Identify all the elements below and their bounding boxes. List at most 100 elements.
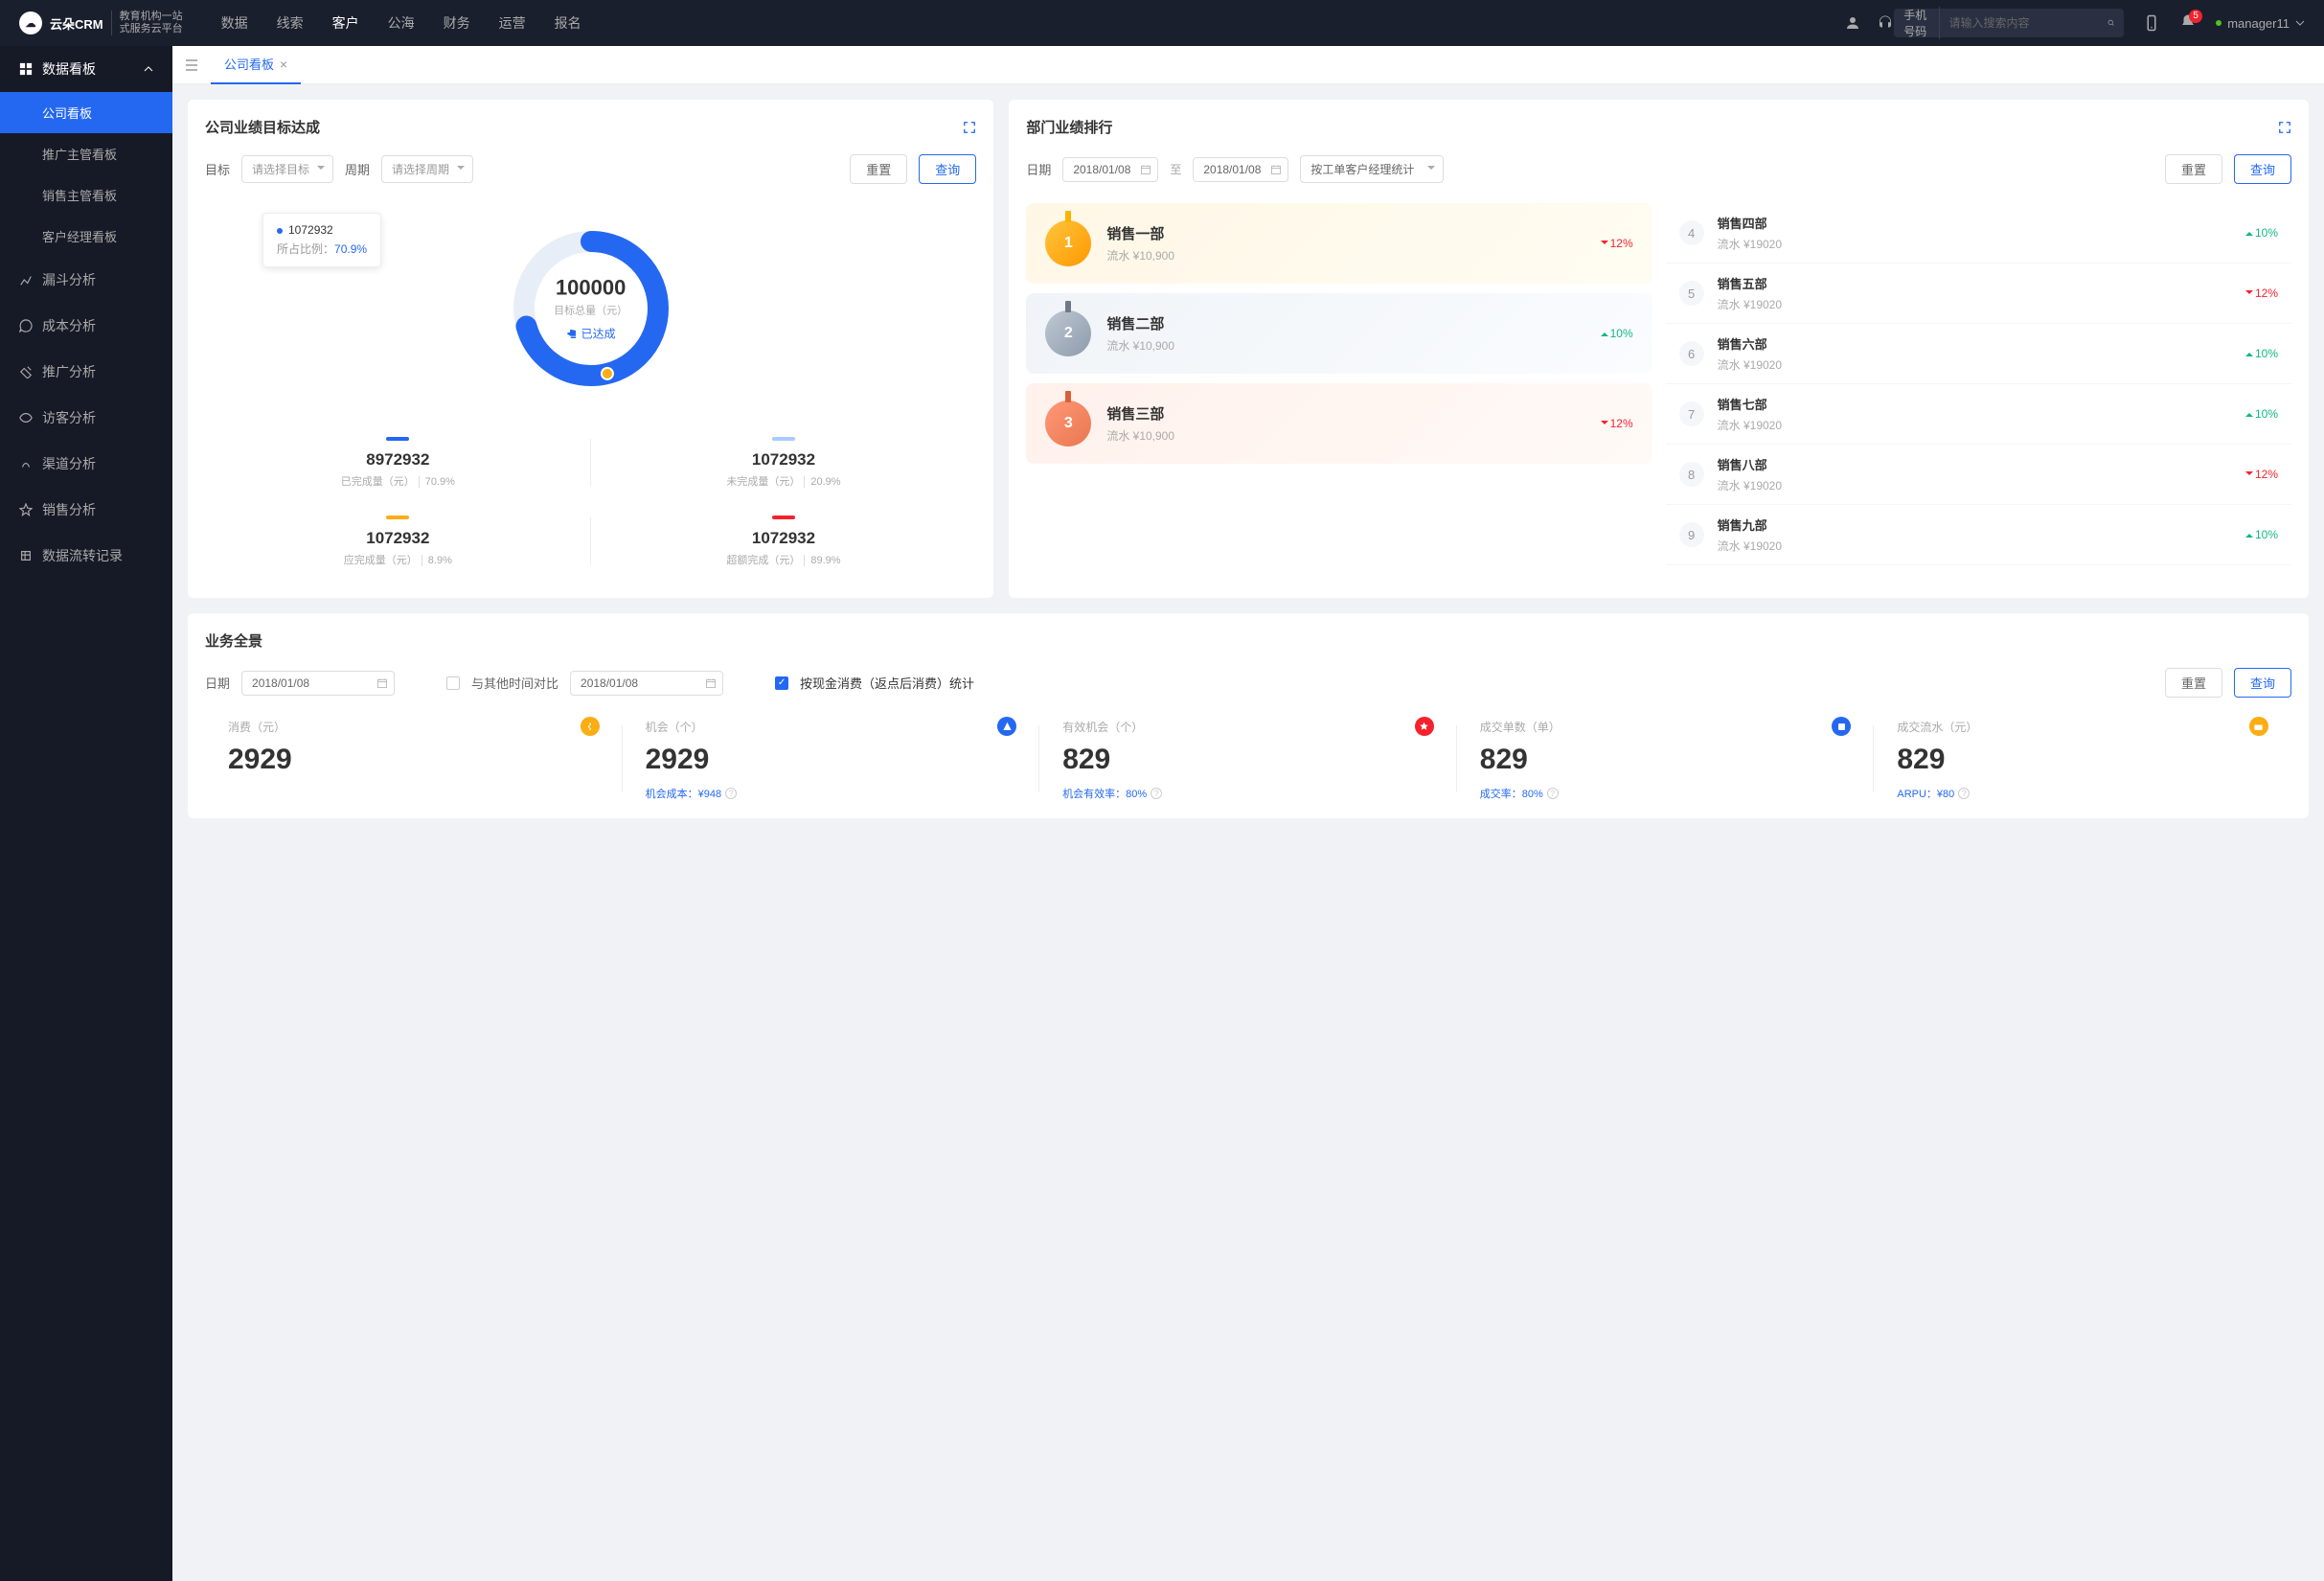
sidebar-item-3[interactable]: 访客分析 bbox=[0, 395, 172, 441]
date-to-input[interactable]: 2018/01/08 bbox=[1193, 157, 1288, 182]
nav-item-5[interactable]: 运营 bbox=[499, 13, 526, 33]
search-type[interactable]: 手机号码 bbox=[1903, 7, 1939, 39]
donut-chart: 100000 目标总量（元） 已达成 bbox=[505, 222, 677, 395]
search-input[interactable] bbox=[1940, 16, 2108, 30]
sidebar-icon bbox=[19, 503, 33, 516]
sidebar-icon bbox=[19, 411, 33, 424]
rank-top-2[interactable]: 2销售二部流水 ¥10,90010% bbox=[1026, 293, 1652, 374]
query-button[interactable]: 查询 bbox=[2234, 154, 2291, 184]
overview-item-4: 成交流水（元）829ARPU：¥80 ? bbox=[1874, 717, 2291, 801]
collapse-sidebar-icon[interactable] bbox=[184, 57, 199, 73]
sidebar-item-1[interactable]: 成本分析 bbox=[0, 303, 172, 349]
sidebar-group-dashboard[interactable]: 数据看板 bbox=[0, 46, 172, 92]
notification-icon[interactable]: 5 bbox=[2179, 13, 2197, 34]
nav-item-2[interactable]: 客户 bbox=[332, 13, 359, 33]
expand-icon[interactable] bbox=[963, 121, 976, 134]
sidebar-icon bbox=[19, 457, 33, 470]
sidebar-item-5[interactable]: 销售分析 bbox=[0, 487, 172, 533]
card-target-achievement: 公司业绩目标达成 目标 请选择目标 周期 请选择周期 重置 查询 bbox=[188, 100, 993, 598]
rank-top-3[interactable]: 3销售三部流水 ¥10,90012% bbox=[1026, 383, 1652, 464]
sidebar-item-4[interactable]: 渠道分析 bbox=[0, 441, 172, 487]
target-select[interactable]: 请选择目标 bbox=[241, 155, 333, 183]
date-label: 日期 bbox=[1026, 160, 1051, 178]
rank-line-4[interactable]: 4销售四部流水 ¥1902010% bbox=[1666, 203, 2291, 264]
rank-line-6[interactable]: 6销售六部流水 ¥1902010% bbox=[1666, 324, 2291, 384]
brand-tag1: 教育机构一站 bbox=[120, 11, 183, 23]
tab-company-board[interactable]: 公司看板 × bbox=[211, 46, 301, 84]
card2-title: 部门业绩排行 bbox=[1026, 117, 1112, 137]
date-label: 日期 bbox=[205, 674, 230, 692]
nav-item-3[interactable]: 公海 bbox=[388, 13, 415, 33]
donut-label: 目标总量（元） bbox=[554, 303, 627, 318]
stat-item: 1072932未完成量（元）20.9% bbox=[591, 424, 977, 502]
tab-close-icon[interactable]: × bbox=[280, 57, 287, 72]
user-icon[interactable] bbox=[1844, 14, 1861, 32]
reset-button[interactable]: 重置 bbox=[2165, 154, 2222, 184]
sidebar-icon bbox=[19, 273, 33, 286]
period-label: 周期 bbox=[345, 160, 370, 178]
logo-icon: ☁ bbox=[19, 11, 42, 34]
sidebar-group-label: 数据看板 bbox=[42, 59, 96, 79]
nav-item-0[interactable]: 数据 bbox=[221, 13, 248, 33]
stat-item: 8972932已完成量（元）70.9% bbox=[205, 424, 591, 502]
rank-line-7[interactable]: 7销售七部流水 ¥1902010% bbox=[1666, 384, 2291, 445]
stat-by-select[interactable]: 按工单客户经理统计 bbox=[1300, 155, 1444, 183]
query-button[interactable]: 查询 bbox=[919, 154, 976, 184]
card-business-overview: 业务全景 日期 2018/01/08 与其他时间对比 2018/01/08 按现… bbox=[188, 613, 2309, 818]
date-input[interactable]: 2018/01/08 bbox=[241, 671, 395, 696]
rank-line-9[interactable]: 9销售九部流水 ¥1902010% bbox=[1666, 505, 2291, 565]
query-button[interactable]: 查询 bbox=[2234, 668, 2291, 698]
sidebar-item-0[interactable]: 漏斗分析 bbox=[0, 257, 172, 303]
sidebar-item-6[interactable]: 数据流转记录 bbox=[0, 533, 172, 579]
sidebar-sub-3[interactable]: 客户经理看板 bbox=[0, 216, 172, 257]
nav-item-4[interactable]: 财务 bbox=[444, 13, 470, 33]
overview-item-1: 机会（个）2929机会成本：¥948 ? bbox=[623, 717, 1040, 801]
sidebar-sub-0[interactable]: 公司看板 bbox=[0, 92, 172, 133]
headset-icon[interactable] bbox=[1877, 14, 1894, 32]
rank-line-8[interactable]: 8销售八部流水 ¥1902012% bbox=[1666, 445, 2291, 505]
cash-checkbox[interactable] bbox=[775, 676, 788, 690]
tab-label: 公司看板 bbox=[224, 55, 274, 73]
stat-item: 1072932应完成量（元）8.9% bbox=[205, 502, 591, 581]
compare-label: 与其他时间对比 bbox=[471, 674, 558, 692]
nav-item-1[interactable]: 线索 bbox=[277, 13, 304, 33]
search-icon[interactable] bbox=[2108, 16, 2115, 30]
notification-badge: 5 bbox=[2189, 10, 2202, 23]
sidebar: 数据看板 公司看板推广主管看板销售主管看板客户经理看板 漏斗分析成本分析推广分析… bbox=[0, 46, 172, 1581]
main-content: 公司看板 × 公司业绩目标达成 目标 请选择目标 周期 请选择周期 bbox=[172, 46, 2324, 1581]
nav-item-6[interactable]: 报名 bbox=[555, 13, 581, 33]
logo[interactable]: ☁ 云朵CRM 教育机构一站 式服务云平台 bbox=[19, 11, 183, 35]
achieved-badge: 已达成 bbox=[554, 326, 627, 342]
sidebar-icon bbox=[19, 549, 33, 562]
expand-icon[interactable] bbox=[2278, 121, 2291, 134]
compare-date-input[interactable]: 2018/01/08 bbox=[570, 671, 723, 696]
reset-button[interactable]: 重置 bbox=[2165, 668, 2222, 698]
dashboard-icon bbox=[19, 62, 33, 76]
sidebar-item-2[interactable]: 推广分析 bbox=[0, 349, 172, 395]
tabbar: 公司看板 × bbox=[172, 46, 2324, 84]
cash-option-label: 按现金消费（返点后消费）统计 bbox=[800, 674, 974, 692]
user-menu[interactable]: manager11 bbox=[2216, 16, 2305, 31]
card1-title: 公司业绩目标达成 bbox=[205, 117, 320, 137]
rank-line-5[interactable]: 5销售五部流水 ¥1902012% bbox=[1666, 264, 2291, 324]
sidebar-icon bbox=[19, 365, 33, 378]
chevron-down-icon bbox=[2295, 18, 2305, 28]
period-select[interactable]: 请选择周期 bbox=[381, 155, 473, 183]
date-separator: 至 bbox=[1170, 161, 1181, 177]
topbar: ☁ 云朵CRM 教育机构一站 式服务云平台 数据 线索 客户 公海 财务 运营 报名 手机号… bbox=[0, 0, 2324, 46]
sidebar-icon bbox=[19, 319, 33, 332]
search-box: 手机号码 bbox=[1894, 9, 2124, 37]
compare-checkbox[interactable] bbox=[446, 676, 460, 690]
overview-item-3: 成交单数（单）829成交率：80% ? bbox=[1457, 717, 1875, 801]
rank-top-1[interactable]: 1销售一部流水 ¥10,90012% bbox=[1026, 203, 1652, 284]
overview-item-0: 消费（元）2929 bbox=[205, 717, 623, 801]
reset-button[interactable]: 重置 bbox=[850, 154, 907, 184]
donut-total: 100000 bbox=[554, 276, 627, 301]
brand-name: 云朵CRM bbox=[50, 14, 103, 33]
date-from-input[interactable]: 2018/01/08 bbox=[1062, 157, 1158, 182]
mobile-icon[interactable] bbox=[2143, 14, 2160, 32]
tooltip-pct: 70.9% bbox=[334, 242, 367, 256]
sidebar-sub-2[interactable]: 销售主管看板 bbox=[0, 174, 172, 216]
top-nav: 数据 线索 客户 公海 财务 运营 报名 bbox=[221, 13, 1845, 33]
sidebar-sub-1[interactable]: 推广主管看板 bbox=[0, 133, 172, 174]
